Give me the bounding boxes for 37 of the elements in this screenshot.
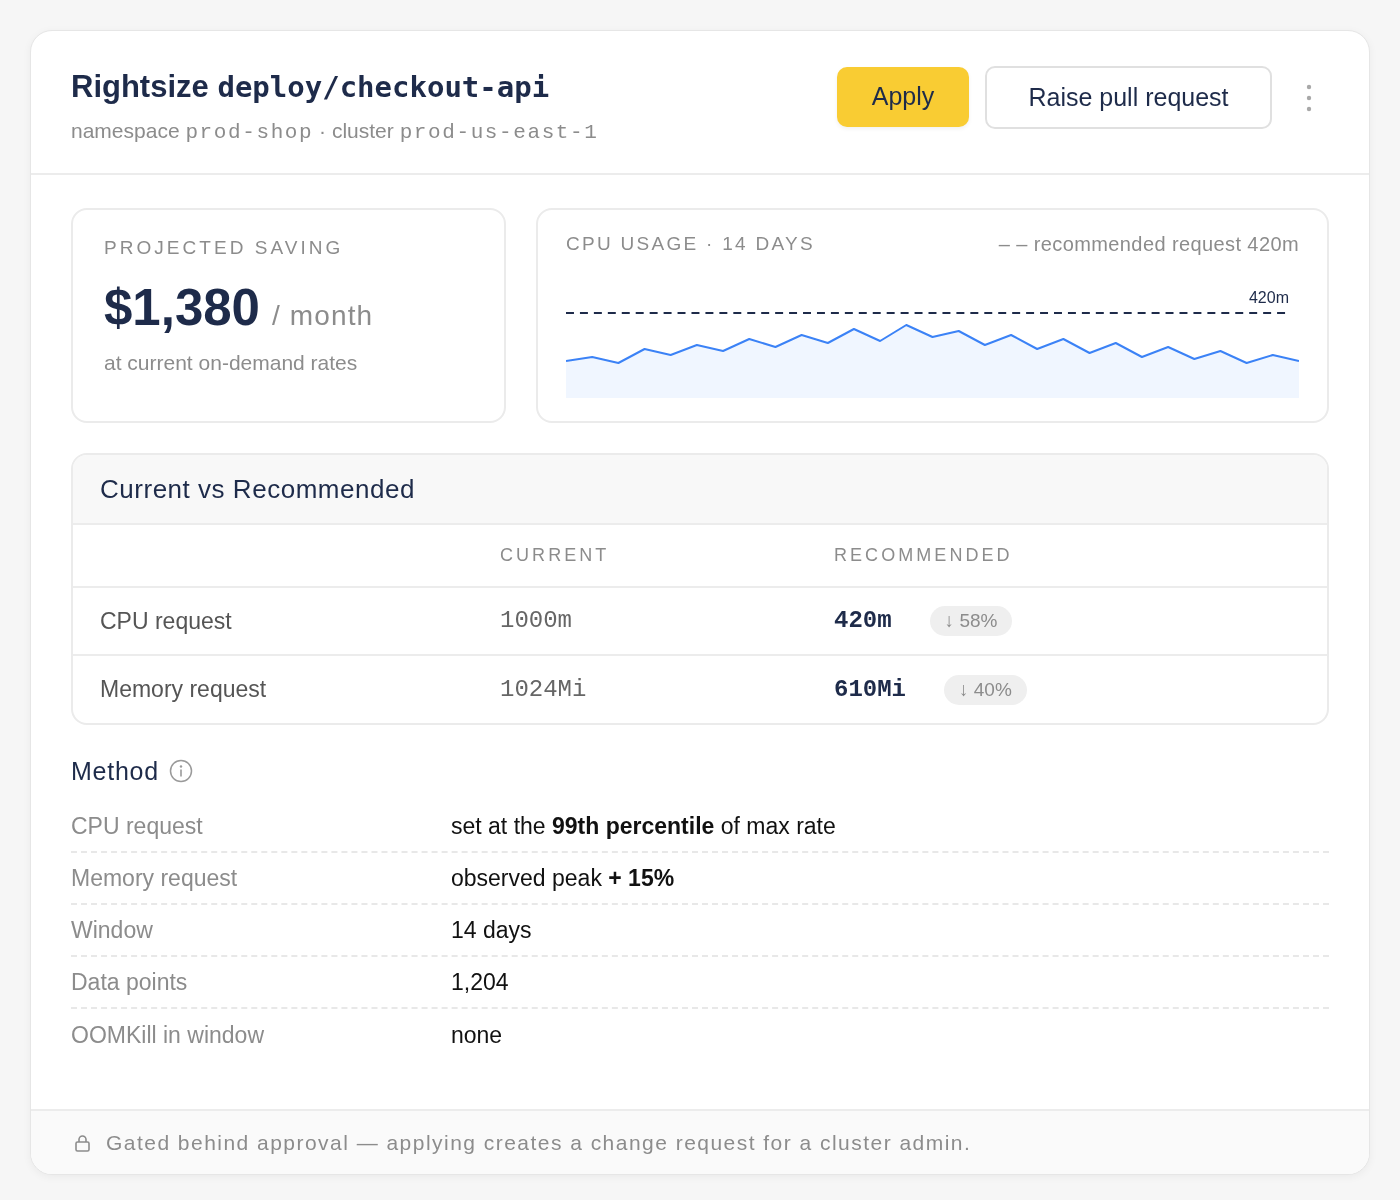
- page-title: Rightsize deploy/checkout-api: [71, 68, 550, 106]
- panel-title: Current vs Recommended: [100, 472, 415, 506]
- method-value: 14 days: [451, 915, 532, 945]
- row-label: CPU request: [100, 607, 232, 634]
- method-label: OOMKill in window: [71, 1020, 265, 1050]
- chart-legend: – – recommended request 420m: [998, 232, 1299, 256]
- period-label: / month: [272, 299, 374, 333]
- card-label: CPU USAGE · 14 DAYS: [566, 232, 815, 256]
- subtitle: namespace prod-shop · cluster prod-us-east-1: [71, 118, 599, 146]
- method-value: 1,204: [451, 967, 509, 997]
- current-value: 1024Mi: [500, 675, 587, 703]
- current-value: 1000m: [500, 607, 572, 634]
- lock-icon: [75, 1133, 90, 1152]
- column-header: RECOMMENDED: [834, 545, 1013, 565]
- method-label: Window: [71, 915, 154, 945]
- method-value: none: [451, 1020, 503, 1050]
- card-label: PROJECTED SAVING: [104, 236, 345, 260]
- threshold-label: 420m: [1248, 289, 1289, 307]
- recommended-value: 610Mi: [834, 675, 906, 703]
- change-badge: ↓ 58%: [929, 606, 1013, 636]
- rate-note: at current on-demand rates: [104, 350, 359, 376]
- method-label: CPU request: [71, 811, 204, 841]
- column-header: CURRENT: [500, 545, 610, 565]
- recommended-value: 420m: [834, 607, 892, 634]
- info-icon[interactable]: [168, 759, 193, 783]
- row-label: Memory request: [100, 676, 267, 703]
- method-value: set at the 99th percentile of max rate: [451, 811, 836, 841]
- change-badge: ↓ 40%: [944, 674, 1027, 705]
- method-label: Data points: [71, 967, 189, 997]
- saving-amount: $1,380: [104, 280, 260, 336]
- method-value: observed peak + 15%: [451, 863, 675, 893]
- pull-request-button[interactable]: Raise pull request: [985, 66, 1272, 129]
- method-label: Memory request: [71, 863, 239, 893]
- more-menu-icon[interactable]: [1306, 84, 1312, 112]
- footer-note: Gated behind approval — applying creates a change request for a cluster admin.: [106, 1129, 972, 1156]
- section-title: Method: [71, 756, 159, 786]
- apply-button[interactable]: Apply: [837, 67, 969, 127]
